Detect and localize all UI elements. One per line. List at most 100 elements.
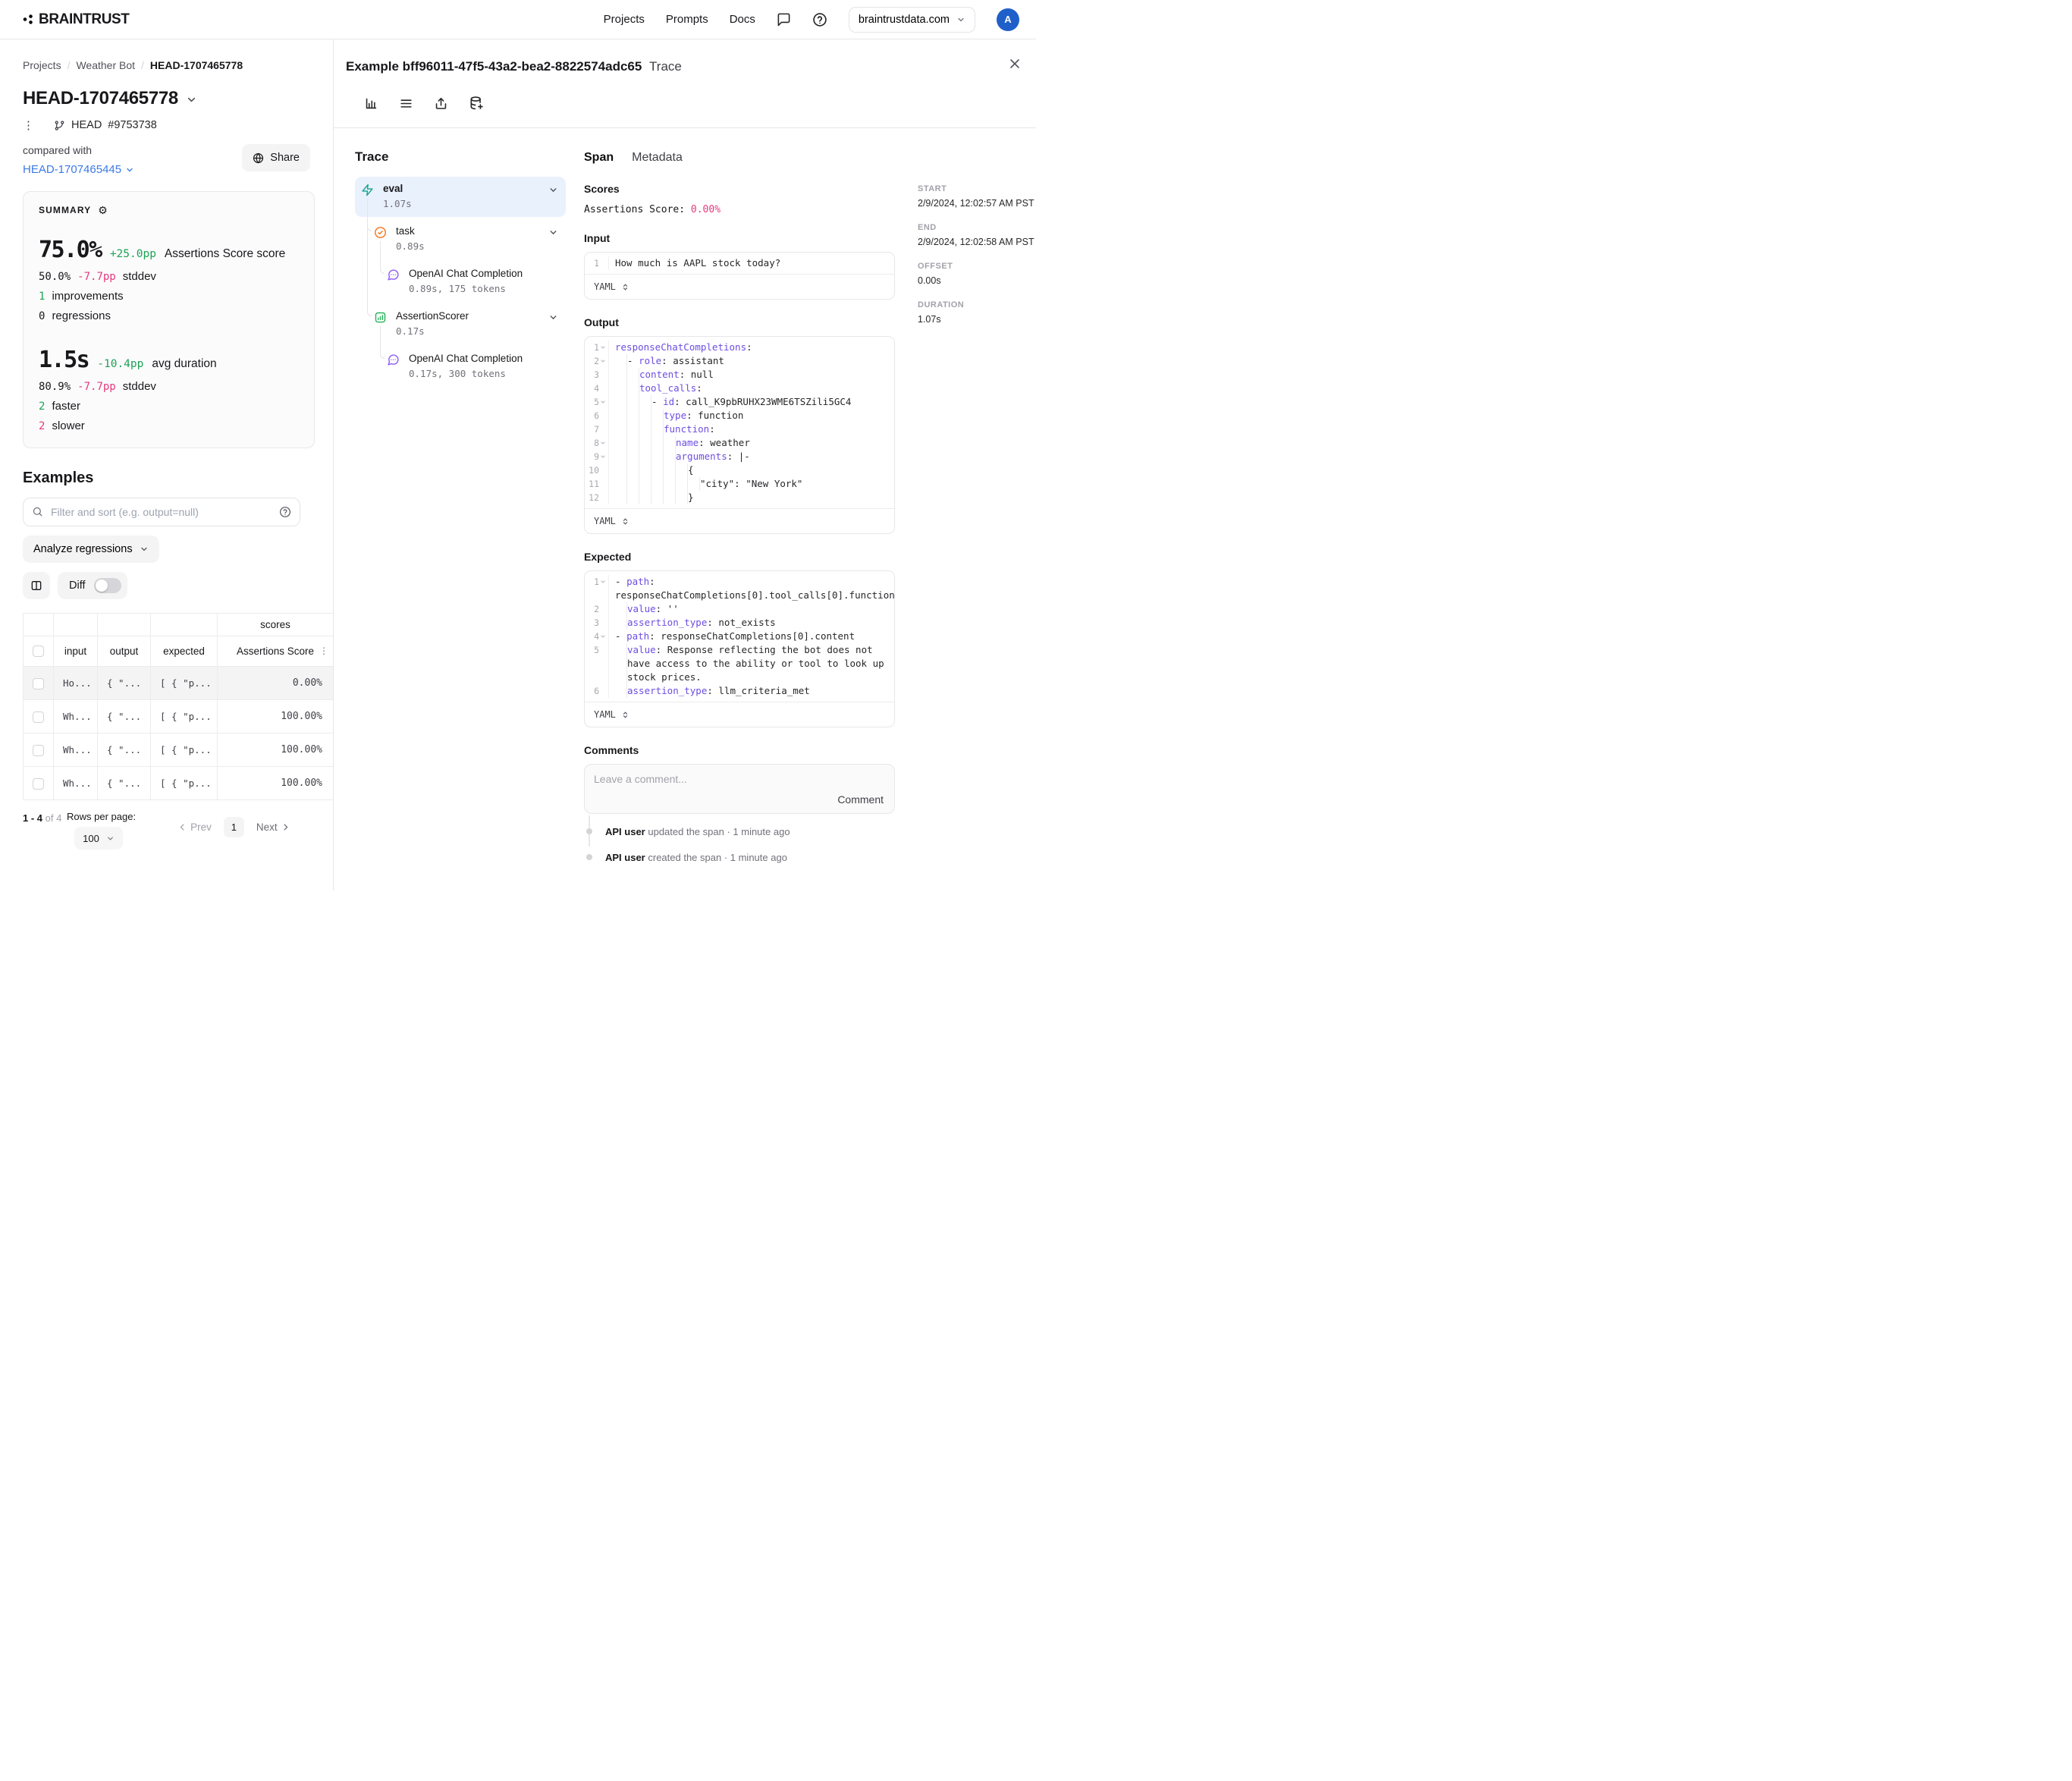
column-header-expected[interactable]: expected	[151, 636, 218, 667]
chat-bubble-icon	[387, 269, 400, 281]
cell-score[interactable]: 100.00%	[218, 767, 334, 800]
cell-input[interactable]: Wh...	[54, 733, 98, 767]
metadata-item-start: START2/9/2024, 12:02:57 AM PST	[918, 184, 1035, 209]
column-menu-icon[interactable]: ⋮	[319, 645, 328, 656]
fold-chevron-icon[interactable]	[599, 395, 607, 409]
compared-experiment-link[interactable]: HEAD-1707465445	[23, 163, 134, 176]
fold-chevron-icon[interactable]	[599, 630, 607, 643]
select-all-checkbox[interactable]	[33, 645, 44, 657]
chevron-down-icon[interactable]	[548, 313, 558, 322]
column-header-output[interactable]: output	[98, 636, 151, 667]
breadcrumb-item[interactable]: Weather Bot	[76, 59, 135, 71]
chevron-down-icon[interactable]	[548, 185, 558, 195]
cell-expected[interactable]: [ { "p...	[151, 733, 218, 767]
summary-card: SUMMARY ⚙ 75.0% +25.0pp Assertions Score…	[23, 191, 315, 448]
output-format-select[interactable]: YAML	[585, 508, 894, 533]
row-checkbox[interactable]	[33, 711, 44, 723]
filter-help-icon[interactable]	[279, 506, 291, 518]
trace-node-openai-chat-completion[interactable]: OpenAI Chat Completion0.89s, 175 tokens	[355, 262, 566, 302]
feedback-icon[interactable]	[777, 12, 791, 27]
title-chevron-icon[interactable]	[186, 94, 197, 105]
cell-score[interactable]: 100.00%	[218, 700, 334, 733]
tab-metadata[interactable]: Metadata	[632, 151, 683, 165]
row-checkbox[interactable]	[33, 745, 44, 756]
nav-projects[interactable]: Projects	[604, 13, 645, 26]
cell-input[interactable]: Wh...	[54, 700, 98, 733]
cell-output[interactable]: { "...	[98, 767, 151, 800]
cell-expected[interactable]: [ { "p...	[151, 667, 218, 700]
tab-span[interactable]: Span	[584, 151, 614, 165]
share-button[interactable]: Share	[242, 144, 310, 171]
chevron-down-icon[interactable]	[548, 228, 558, 237]
help-icon[interactable]	[812, 12, 827, 27]
cell-output[interactable]: { "...	[98, 733, 151, 767]
column-header-input[interactable]: input	[54, 636, 98, 667]
org-name: braintrustdata.com	[859, 14, 950, 26]
next-page-button[interactable]: Next	[256, 821, 290, 833]
table-row[interactable]: Ho...{ "...[ { "p...0.00%	[24, 667, 334, 700]
expected-format-select[interactable]: YAML	[585, 702, 894, 727]
filter-input[interactable]	[23, 498, 300, 526]
trace-node-openai-chat-completion[interactable]: OpenAI Chat Completion0.17s, 300 tokens	[355, 347, 566, 387]
code-line: 5- id: call_K9pbRUHX23WME6TSZili5GC4	[585, 395, 894, 409]
trace-heading: Trace	[355, 149, 566, 165]
activity-item: API user created the span · 1 minute ago	[605, 852, 895, 863]
output-heading: Output	[584, 316, 895, 328]
fold-chevron-icon[interactable]	[599, 436, 607, 450]
gear-icon[interactable]: ⚙	[98, 205, 108, 215]
fold-chevron-icon[interactable]	[599, 341, 607, 354]
trace-node-task[interactable]: task0.89s	[355, 219, 566, 259]
cell-expected[interactable]: [ { "p...	[151, 767, 218, 800]
cell-output[interactable]: { "...	[98, 667, 151, 700]
table-row[interactable]: Wh...{ "...[ { "p...100.00%	[24, 767, 334, 800]
duration-big-value: 1.5s	[39, 347, 89, 373]
list-view-icon[interactable]	[399, 96, 413, 111]
fold-spacer	[599, 409, 607, 422]
updown-chevron-icon	[621, 283, 629, 291]
comment-input[interactable]	[585, 765, 817, 813]
cell-output[interactable]: { "...	[98, 700, 151, 733]
chart-view-icon[interactable]	[364, 96, 378, 111]
braintrust-logo[interactable]: BRAINTRUST	[23, 11, 130, 28]
fold-chevron-icon[interactable]	[599, 450, 607, 463]
add-to-dataset-icon[interactable]	[469, 96, 484, 111]
column-layout-button[interactable]	[23, 572, 50, 599]
row-checkbox[interactable]	[33, 778, 44, 790]
diff-toggle[interactable]	[94, 578, 121, 593]
current-page[interactable]: 1	[224, 817, 244, 837]
duration-stddev: 80.9%	[39, 381, 71, 393]
cell-input[interactable]: Wh...	[54, 767, 98, 800]
org-switcher[interactable]: braintrustdata.com	[849, 7, 975, 33]
input-format-select[interactable]: YAML	[585, 274, 894, 299]
trace-node-eval[interactable]: eval1.07s	[355, 177, 566, 217]
close-icon[interactable]	[1009, 58, 1021, 70]
prev-page-button[interactable]: Prev	[178, 821, 212, 833]
table-row[interactable]: Wh...{ "...[ { "p...100.00%	[24, 733, 334, 767]
cell-expected[interactable]: [ { "p...	[151, 700, 218, 733]
cell-score[interactable]: 0.00%	[218, 667, 334, 700]
cell-score[interactable]: 100.00%	[218, 733, 334, 767]
analyze-regressions-button[interactable]: Analyze regressions	[23, 536, 159, 563]
fold-chevron-icon[interactable]	[599, 354, 607, 368]
nav-prompts[interactable]: Prompts	[666, 13, 708, 26]
rows-per-page-select[interactable]: 100	[74, 827, 123, 850]
trace-tree-panel: Trace eval1.07stask0.89sOpenAI Chat Comp…	[355, 149, 566, 878]
row-checkbox[interactable]	[33, 678, 44, 689]
line-number: 9	[594, 450, 599, 463]
code-text: {	[609, 463, 894, 477]
trace-node-assertionscorer[interactable]: AssertionScorer0.17s	[355, 304, 566, 344]
metadata-item-offset: OFFSET0.00s	[918, 262, 1035, 286]
comment-button[interactable]: Comment	[837, 793, 884, 806]
column-header-score[interactable]: Assertions Score ⋮	[218, 636, 334, 667]
kebab-menu-icon[interactable]: ⋮	[23, 118, 34, 132]
cell-input[interactable]: Ho...	[54, 667, 98, 700]
fold-chevron-icon[interactable]	[599, 575, 607, 589]
code-line: 5value: Response reflecting the bot does…	[585, 643, 894, 684]
breadcrumb-item[interactable]: Projects	[23, 59, 61, 71]
table-row[interactable]: Wh...{ "...[ { "p...100.00%	[24, 700, 334, 733]
nav-docs[interactable]: Docs	[730, 13, 755, 26]
avatar[interactable]: A	[997, 8, 1019, 31]
export-icon[interactable]	[434, 96, 448, 111]
summary-label: SUMMARY	[39, 205, 91, 215]
span-name: task	[396, 225, 548, 237]
